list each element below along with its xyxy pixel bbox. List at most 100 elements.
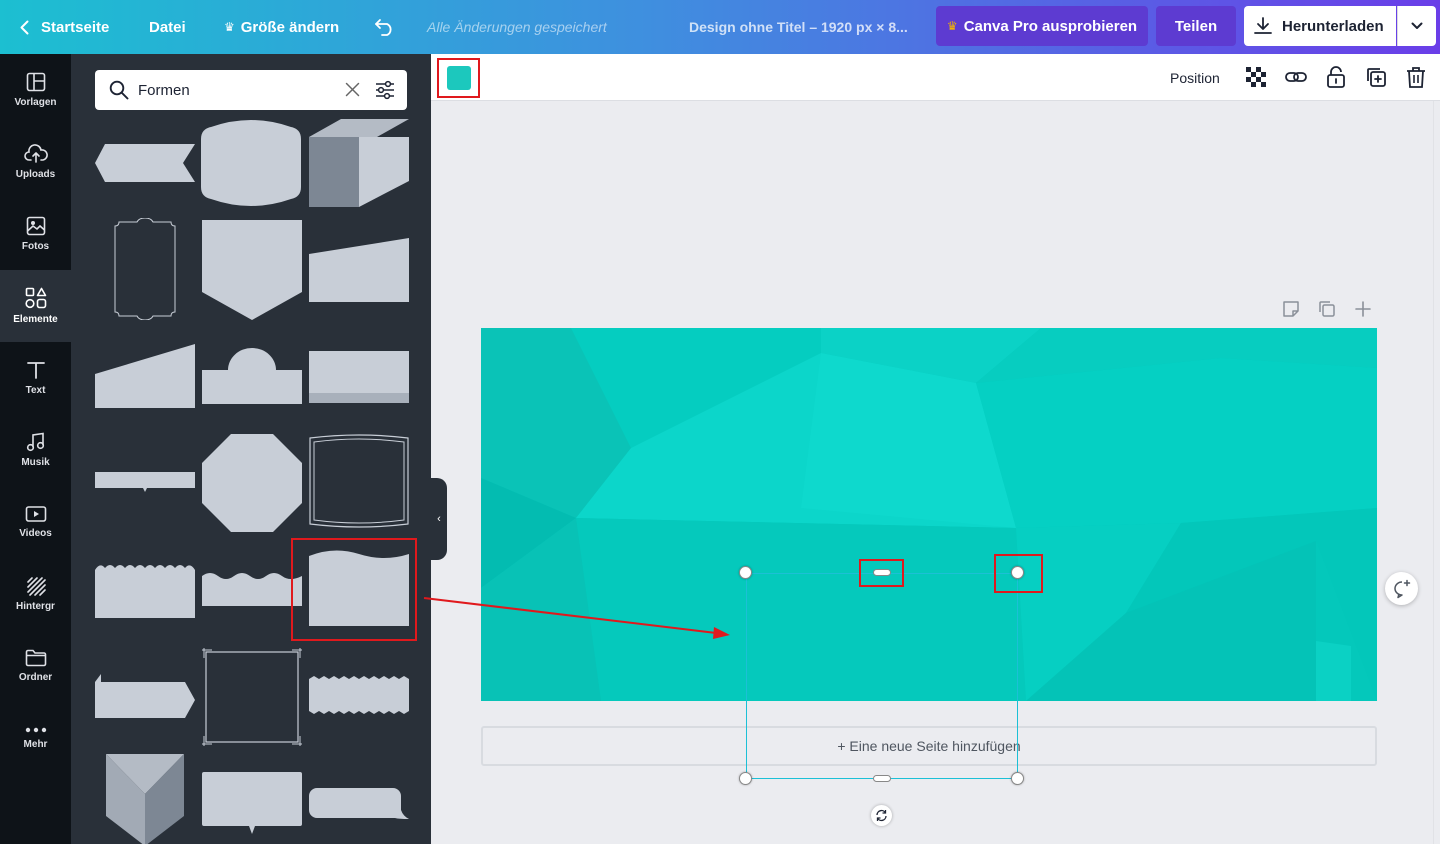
share-label: Teilen <box>1174 17 1218 35</box>
filter-icon[interactable] <box>375 80 395 100</box>
rail-item-label: Vorlagen <box>14 97 57 108</box>
annotation-highlight-corner-handle <box>994 554 1043 593</box>
selection-box[interactable] <box>746 573 1018 779</box>
shape-speech-rounded[interactable] <box>309 788 409 820</box>
rail-item-elements[interactable]: Elemente <box>0 270 71 342</box>
more-icon <box>25 727 46 733</box>
search-icon <box>109 80 129 100</box>
search-input[interactable] <box>138 70 338 110</box>
design-title[interactable]: Design ohne Titel – 1920 px × 8... <box>689 0 917 54</box>
zigzag-strip-shape <box>309 676 409 714</box>
shape-thin-banner[interactable] <box>95 472 195 494</box>
shape-zigzag-strip[interactable] <box>309 676 409 714</box>
duplicate-icon[interactable] <box>1365 66 1387 88</box>
save-status: Alle Änderungen gespeichert <box>427 19 607 35</box>
octagon-shape <box>202 434 302 532</box>
shape-arch[interactable] <box>202 348 302 404</box>
rail-item-videos[interactable]: Videos <box>0 486 71 558</box>
speech-rounded-shape <box>309 788 409 819</box>
ribbon-banner-shape <box>95 144 195 182</box>
cube-shape <box>309 119 409 207</box>
text-icon <box>26 362 45 379</box>
canva-pro-label: Canva Pro ausprobieren <box>963 17 1138 35</box>
chevron-down-icon <box>1411 22 1423 29</box>
shape-double-frame[interactable] <box>309 434 409 528</box>
shape-outlined-frame[interactable] <box>113 218 177 320</box>
collapse-panel-button[interactable]: ‹ <box>431 478 447 560</box>
file-menu[interactable]: Datei <box>149 0 186 54</box>
rail-item-background[interactable]: Hintergr <box>0 558 71 630</box>
shape-speech-rect[interactable] <box>202 772 302 834</box>
shape-ribbon-banner[interactable] <box>95 144 195 182</box>
annotation-highlight-top-handle <box>859 559 904 587</box>
resize-button[interactable]: ♛ Größe ändern <box>224 0 339 54</box>
lock-icon[interactable] <box>1326 66 1346 88</box>
resize-handle-top-left[interactable] <box>739 566 752 579</box>
comment-add-icon <box>1393 579 1410 598</box>
shape-wavy-strip[interactable] <box>202 570 302 606</box>
rail-item-music[interactable]: Musik <box>0 414 71 486</box>
search-box <box>95 70 407 110</box>
scalloped-rect-shape <box>95 565 195 618</box>
canva-pro-button[interactable]: ♛ Canva Pro ausprobieren <box>936 6 1148 46</box>
rail-item-photos[interactable]: Fotos <box>0 198 71 270</box>
photo-icon <box>26 216 45 236</box>
rail-item-label: Text <box>25 385 46 396</box>
rotate-handle[interactable] <box>871 805 892 826</box>
background-icon <box>26 577 46 596</box>
canvas-scrollbar[interactable] <box>1433 101 1440 844</box>
top-bar: Startseite Datei ♛ Größe ändern Alle Änd… <box>0 0 1440 54</box>
trapezoid-shape <box>309 238 409 302</box>
rail-item-folder[interactable]: Ordner <box>0 630 71 702</box>
shape-shield[interactable] <box>202 220 302 320</box>
rail-item-text[interactable]: Text <box>0 342 71 414</box>
cloud-upload-icon <box>23 144 48 163</box>
shape-prism[interactable] <box>106 754 184 844</box>
rail-item-label: Hintergr <box>16 601 55 612</box>
shape-scalloped-rect[interactable] <box>95 562 195 618</box>
arch-shape <box>202 348 302 404</box>
download-dropdown-button[interactable] <box>1397 6 1436 46</box>
resize-handle-bottom[interactable] <box>873 775 891 782</box>
shape-rectangle-stripe[interactable] <box>309 351 409 403</box>
resize-handle-bottom-left[interactable] <box>739 772 752 785</box>
shape-trapezoid[interactable] <box>309 238 409 302</box>
shape-octagon[interactable] <box>202 434 302 532</box>
undo-icon <box>375 19 392 36</box>
link-icon[interactable] <box>1285 66 1307 88</box>
add-page-plus-icon[interactable] <box>1354 300 1372 318</box>
shape-square-frame[interactable] <box>202 648 302 746</box>
rail-item-uploads[interactable]: Uploads <box>0 126 71 198</box>
position-button[interactable]: Position <box>1170 54 1220 101</box>
close-icon[interactable] <box>345 82 360 97</box>
annotation-highlight-shape <box>291 538 417 641</box>
shape-wedge[interactable] <box>95 344 195 408</box>
resize-handle-bottom-right[interactable] <box>1011 772 1024 785</box>
speech-rect-shape <box>202 772 302 834</box>
rectangle-stripe-shape <box>309 351 409 403</box>
rail-item-label: Mehr <box>23 739 48 750</box>
rail-item-templates[interactable]: Vorlagen <box>0 54 71 126</box>
page-notes-icon[interactable] <box>1282 300 1300 318</box>
trash-icon[interactable] <box>1406 66 1426 88</box>
undo-button[interactable] <box>374 0 396 54</box>
position-label: Position <box>1170 69 1220 86</box>
shape-rounded-badge[interactable] <box>201 119 301 207</box>
page-duplicate-icon[interactable] <box>1318 300 1336 318</box>
chevron-left-icon <box>20 20 29 34</box>
transparency-icon[interactable] <box>1245 66 1267 88</box>
double-frame-shape <box>309 434 409 528</box>
shape-cube[interactable] <box>309 119 409 207</box>
shapes-icon <box>24 287 46 309</box>
outlined-frame-shape <box>114 218 176 320</box>
share-button[interactable]: Teilen <box>1156 6 1236 46</box>
chevron-left-icon: ‹ <box>437 513 441 525</box>
shape-tab-arrow[interactable] <box>95 674 195 720</box>
rail-item-more[interactable]: Mehr <box>0 702 71 774</box>
home-link[interactable]: Startseite <box>20 0 109 54</box>
rail-item-label: Musik <box>21 457 50 468</box>
add-comment-button[interactable] <box>1385 572 1418 605</box>
file-label: Datei <box>149 18 186 36</box>
download-button[interactable]: Herunterladen <box>1244 6 1396 46</box>
wedge-shape <box>95 344 195 408</box>
